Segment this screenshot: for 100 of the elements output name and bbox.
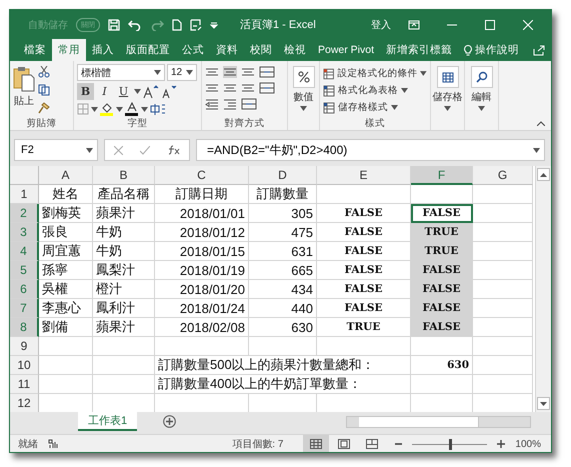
grow-font-icon[interactable] xyxy=(143,84,159,98)
align-icon[interactable] xyxy=(223,66,237,78)
table-cell[interactable]: 劉梅英 xyxy=(39,204,93,223)
table-cell[interactable]: 李惠心 xyxy=(39,299,93,318)
selected-cell[interactable]: FALSE xyxy=(411,280,473,299)
number-format-button[interactable]: 數值 xyxy=(291,64,316,111)
table-cell[interactable] xyxy=(249,337,317,356)
table-cell[interactable]: 2018/02/08 xyxy=(155,318,249,337)
new-file-icon[interactable] xyxy=(172,18,182,30)
table-cell[interactable]: 訂購日期 xyxy=(155,185,249,204)
selected-cell[interactable]: FALSE xyxy=(411,318,473,337)
table-cell[interactable]: 張良 xyxy=(39,223,93,242)
table-cell[interactable]: 305 xyxy=(249,204,317,223)
column-header[interactable]: B xyxy=(93,166,155,185)
insert-function-icon[interactable] xyxy=(168,145,180,155)
table-cell[interactable]: 孫寧 xyxy=(39,261,93,280)
page-layout-icon[interactable] xyxy=(338,439,350,449)
table-cell[interactable]: 蘋果汁 xyxy=(93,318,155,337)
table-cell[interactable] xyxy=(39,356,93,375)
table-cell[interactable]: 鳳梨汁 xyxy=(93,261,155,280)
table-cell[interactable] xyxy=(473,223,533,242)
ribbon-tab[interactable]: 插入 xyxy=(86,39,120,61)
selected-cell[interactable]: FALSE xyxy=(411,299,473,318)
table-cell[interactable] xyxy=(473,204,533,223)
save-edit-icon[interactable] xyxy=(190,18,202,30)
table-cell[interactable] xyxy=(473,299,533,318)
ribbon-tab[interactable]: 資料 xyxy=(210,39,244,61)
table-cell[interactable]: 產品名稱 xyxy=(93,185,155,204)
table-cell[interactable] xyxy=(411,337,473,356)
table-cell[interactable]: 吳權 xyxy=(39,280,93,299)
format-painter-icon[interactable] xyxy=(38,102,50,114)
paste-button[interactable]: 貼上 xyxy=(13,64,35,117)
table-cell[interactable] xyxy=(473,375,533,394)
table-cell[interactable]: 訂購數量500以上的蘋果汁數量總和： xyxy=(155,356,411,375)
table-cell[interactable]: 牛奶 xyxy=(93,223,155,242)
align-icon[interactable] xyxy=(223,82,237,94)
table-cell[interactable] xyxy=(473,280,533,299)
row-header[interactable]: 3 xyxy=(10,223,39,242)
undo-icon[interactable] xyxy=(128,18,142,30)
share-icon[interactable] xyxy=(533,44,545,56)
table-cell[interactable] xyxy=(39,337,93,356)
table-cell[interactable] xyxy=(93,375,155,394)
shrink-font-icon[interactable] xyxy=(161,84,177,98)
ribbon-tab[interactable]: 公式 xyxy=(176,39,210,61)
table-cell[interactable]: 475 xyxy=(249,223,317,242)
bold-button[interactable]: B xyxy=(77,83,94,100)
column-header[interactable]: A xyxy=(39,166,93,185)
column-header[interactable]: C xyxy=(155,166,249,185)
underline-button[interactable]: U xyxy=(115,83,132,100)
table-cell[interactable] xyxy=(473,356,533,375)
row-header[interactable]: 2 xyxy=(10,204,39,223)
table-cell[interactable]: 訂購數量400以上的牛奶訂單數量： xyxy=(155,375,411,394)
sign-in-link[interactable]: 登入 xyxy=(371,18,391,32)
row-header[interactable]: 5 xyxy=(10,261,39,280)
table-cell[interactable]: 2018/01/20 xyxy=(155,280,249,299)
collapse-ribbon-icon[interactable] xyxy=(537,121,545,126)
row-header[interactable]: 8 xyxy=(10,318,39,337)
wrap-text-icon[interactable] xyxy=(259,66,275,78)
font-name-field[interactable]: 標楷體 xyxy=(77,64,165,81)
row-header[interactable]: 7 xyxy=(10,299,39,318)
ribbon-display-icon[interactable] xyxy=(408,20,420,30)
italic-button[interactable]: I xyxy=(96,83,113,100)
row-header[interactable]: 1 xyxy=(10,185,39,204)
styles-menu-button[interactable]: 儲存格樣式 xyxy=(323,100,427,115)
ribbon-tab[interactable]: 檔案 xyxy=(18,39,52,61)
row-header[interactable]: 12 xyxy=(10,394,39,412)
column-header[interactable]: E xyxy=(317,166,411,185)
zoom-in-icon[interactable] xyxy=(497,440,506,448)
table-cell[interactable] xyxy=(473,337,533,356)
styles-menu-button[interactable]: 格式化為表格 xyxy=(323,83,427,98)
save-icon[interactable] xyxy=(108,18,120,30)
table-cell[interactable]: 訂購數量 xyxy=(249,185,317,204)
column-header[interactable]: D xyxy=(249,166,317,185)
table-cell[interactable] xyxy=(155,337,249,356)
selected-cell[interactable]: FALSE xyxy=(411,204,473,223)
table-cell[interactable]: 橙汁 xyxy=(93,280,155,299)
table-cell[interactable]: 2018/01/19 xyxy=(155,261,249,280)
minimize-icon[interactable] xyxy=(447,24,457,26)
table-cell[interactable] xyxy=(473,242,533,261)
merge-icon[interactable] xyxy=(259,82,275,94)
table-cell[interactable]: 631 xyxy=(249,242,317,261)
table-cell[interactable]: 蘋果汁 xyxy=(93,204,155,223)
row-header[interactable]: 11 xyxy=(10,375,39,394)
page-break-icon[interactable] xyxy=(366,439,378,449)
maximize-icon[interactable] xyxy=(485,20,495,30)
align-icon[interactable] xyxy=(241,66,255,78)
table-cell[interactable]: 434 xyxy=(249,280,317,299)
macro-record-icon[interactable] xyxy=(48,439,58,449)
table-cell[interactable]: 2018/01/15 xyxy=(155,242,249,261)
table-cell[interactable]: 鳳利汁 xyxy=(93,299,155,318)
table-cell[interactable]: FALSE xyxy=(317,204,411,223)
horizontal-scrollbar[interactable] xyxy=(346,416,531,428)
table-cell[interactable]: 2018/01/24 xyxy=(155,299,249,318)
align-icon[interactable] xyxy=(205,82,219,94)
table-cell[interactable] xyxy=(317,337,411,356)
scroll-up-icon[interactable] xyxy=(540,172,547,176)
row-header[interactable]: 10 xyxy=(10,356,39,375)
align-icon[interactable] xyxy=(241,82,255,94)
table-cell[interactable]: 姓名 xyxy=(39,185,93,204)
column-header[interactable]: F xyxy=(411,166,473,185)
